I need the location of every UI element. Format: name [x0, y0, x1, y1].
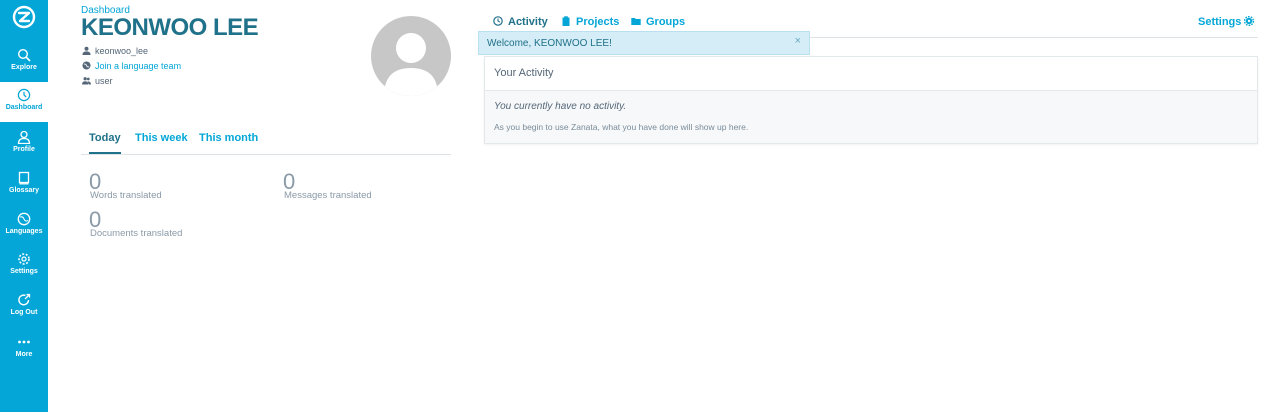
globe-icon: [82, 61, 91, 70]
username-text: keonwoo_lee: [95, 46, 149, 56]
search-icon: [17, 48, 31, 62]
sidebar-item-label: Glossary: [9, 187, 39, 194]
sidebar-item-settings[interactable]: Settings: [0, 246, 48, 286]
sidebar-item-languages[interactable]: Languages: [0, 206, 48, 246]
dashboard-icon: [17, 88, 31, 102]
sidebar-item-more[interactable]: More: [0, 329, 48, 369]
users-icon: [82, 77, 91, 85]
sidebar-item-label: Dashboard: [5, 104, 43, 111]
documents-translated-label: Documents translated: [90, 228, 183, 239]
globe-icon: [17, 212, 31, 226]
user-icon: [82, 46, 91, 55]
user-icon: [17, 130, 31, 144]
zanata-logo[interactable]: [12, 5, 36, 29]
username-row: keonwoo_lee: [82, 45, 148, 57]
sidebar-item-dashboard[interactable]: Dashboard: [0, 82, 48, 122]
more-icon: [18, 340, 30, 344]
sidebar-item-label: Languages: [5, 228, 43, 235]
tab-groups-label: Groups: [646, 16, 686, 28]
sidebar-item-label: Profile: [13, 146, 35, 153]
tab-this-week[interactable]: This week: [135, 132, 188, 154]
sidebar: Explore Dashboard Profile Glossary Langu…: [0, 0, 48, 412]
empty-activity-message: You currently have no activity.: [494, 101, 627, 112]
welcome-alert: Welcome, KEONWOO LEE! ×: [478, 31, 810, 55]
tab-this-month[interactable]: This month: [199, 132, 258, 154]
activity-panel-title: Your Activity: [485, 57, 1257, 91]
tab-projects[interactable]: Projects: [561, 16, 619, 28]
tab-groups[interactable]: Groups: [631, 16, 685, 28]
page-title: KEONWOO LEE: [81, 14, 259, 41]
activity-panel-body: You currently have no activity. As you b…: [485, 91, 1257, 143]
gear-icon: [1244, 15, 1255, 27]
clipboard-icon: [562, 16, 570, 26]
activity-panel: Your Activity You currently have no acti…: [484, 56, 1258, 144]
sidebar-item-label: Explore: [11, 64, 37, 71]
sidebar-item-explore[interactable]: Explore: [0, 42, 48, 82]
avatar: [371, 16, 451, 96]
sidebar-item-logout[interactable]: Log Out: [0, 287, 48, 327]
zanata-logo-icon: [12, 5, 36, 29]
words-translated-label: Words translated: [90, 190, 162, 201]
sidebar-item-label: More: [15, 351, 33, 358]
stats-period-tabs: Today This week This month: [81, 128, 451, 155]
tab-activity[interactable]: Activity: [493, 16, 548, 28]
role-row: user: [82, 75, 113, 87]
role-text: user: [95, 76, 113, 86]
messages-translated-label: Messages translated: [284, 190, 372, 201]
welcome-alert-message: Welcome, KEONWOO LEE!: [487, 38, 612, 49]
avatar-placeholder-icon: [384, 33, 438, 96]
clock-icon: [493, 16, 503, 26]
sidebar-item-profile[interactable]: Profile: [0, 124, 48, 164]
sidebar-item-label: Log Out: [10, 309, 38, 316]
settings-link-label: Settings: [1198, 16, 1242, 28]
activity-hint-text: As you begin to use Zanata, what you hav…: [494, 122, 749, 132]
tab-activity-label: Activity: [508, 16, 548, 28]
logout-icon: [18, 293, 31, 306]
close-icon[interactable]: ×: [795, 35, 801, 47]
sidebar-item-label: Settings: [10, 268, 38, 275]
join-language-team-link[interactable]: Join a language team: [95, 61, 181, 71]
folder-icon: [631, 18, 641, 25]
tab-today[interactable]: Today: [89, 132, 121, 154]
sidebar-item-glossary[interactable]: Glossary: [0, 165, 48, 205]
settings-link[interactable]: Settings: [1198, 15, 1255, 28]
book-icon: [18, 171, 30, 185]
gear-icon: [18, 253, 30, 265]
tab-projects-label: Projects: [576, 16, 620, 28]
join-language-team-row[interactable]: Join a language team: [82, 60, 181, 72]
